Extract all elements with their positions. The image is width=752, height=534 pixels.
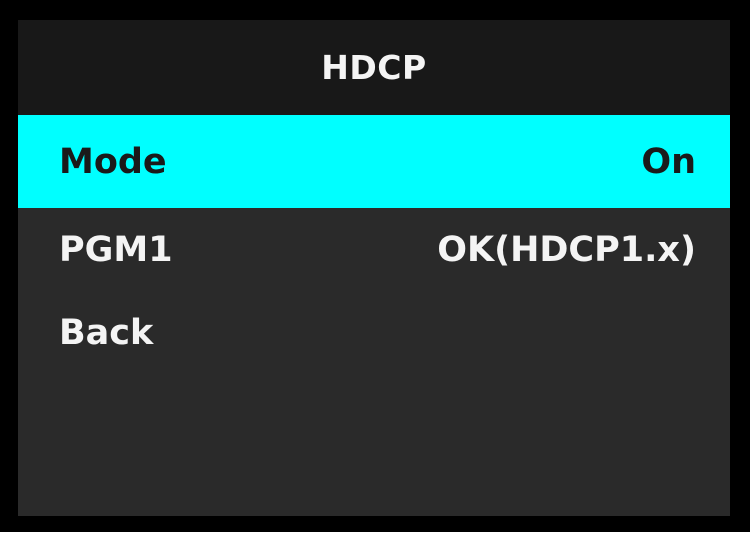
menu-title: HDCP xyxy=(321,48,427,87)
menu-item-label: Back xyxy=(59,312,154,353)
menu-title-bar: HDCP xyxy=(18,20,730,115)
menu-item-value: OK(HDCP1.x) xyxy=(437,229,696,270)
menu-item-back[interactable]: Back xyxy=(18,291,730,374)
osd-screen: HDCP Mode On PGM1 OK(HDCP1.x) Back xyxy=(18,20,730,516)
menu-item-label: Mode xyxy=(59,141,167,182)
hdcp-menu: Mode On PGM1 OK(HDCP1.x) Back xyxy=(18,115,730,374)
menu-item-value: On xyxy=(641,141,696,182)
device-bezel: HDCP Mode On PGM1 OK(HDCP1.x) Back xyxy=(0,0,750,532)
menu-item-mode[interactable]: Mode On xyxy=(18,115,730,208)
menu-item-pgm1[interactable]: PGM1 OK(HDCP1.x) xyxy=(18,208,730,291)
menu-item-label: PGM1 xyxy=(59,229,173,270)
